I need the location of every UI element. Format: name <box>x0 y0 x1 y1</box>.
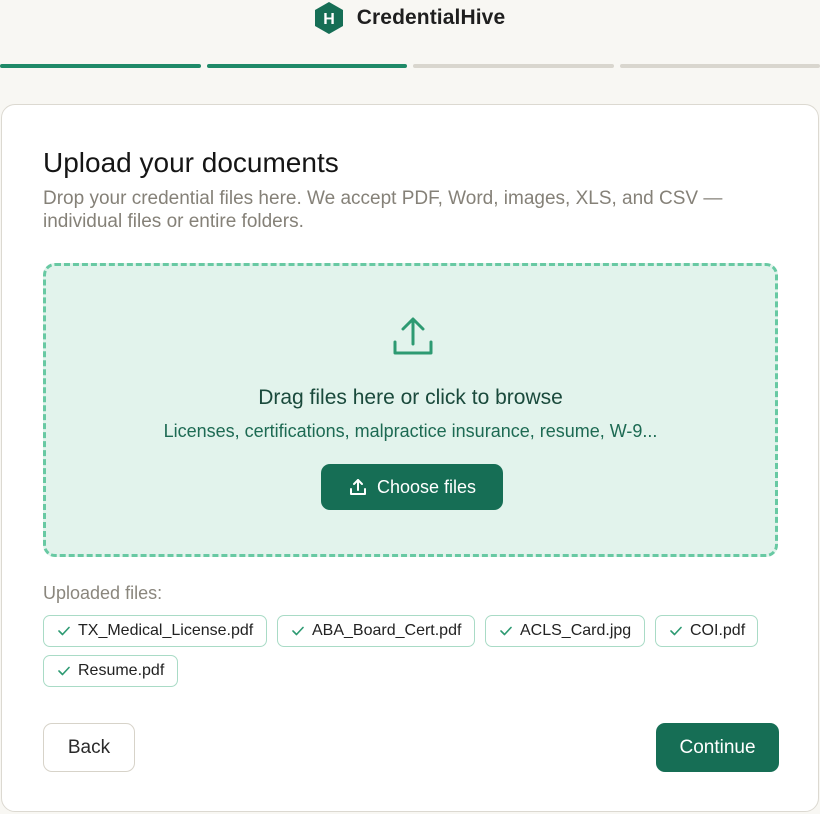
page-title: Upload your documents <box>43 147 339 178</box>
file-chip[interactable]: ACLS_Card.jpg <box>485 615 645 647</box>
brand[interactable]: H CredentialHive <box>313 1 505 35</box>
file-chip-name: Resume.pdf <box>78 662 165 679</box>
dropzone-title: Drag files here or click to browse <box>258 386 563 409</box>
file-chip[interactable]: Resume.pdf <box>43 655 178 687</box>
progress-step-3 <box>413 64 614 68</box>
upload-icon <box>393 317 433 355</box>
step-progress <box>0 64 820 69</box>
hexagon-logo-icon: H <box>314 2 343 34</box>
logo-letter: H <box>323 11 335 28</box>
file-chip[interactable]: TX_Medical_License.pdf <box>43 615 267 647</box>
continue-button[interactable]: Continue <box>656 723 779 772</box>
choose-files-label: Choose files <box>376 476 477 497</box>
file-chip-name: ACLS_Card.jpg <box>520 622 632 639</box>
upload-card: Upload your documents Drop your credenti… <box>1 104 819 812</box>
brand-name: CredentialHive <box>356 6 506 29</box>
upload-small-icon <box>349 479 366 495</box>
check-icon <box>670 626 682 636</box>
app-header: H CredentialHive <box>0 0 820 36</box>
back-button[interactable]: Back <box>43 723 135 772</box>
choose-files-button[interactable]: Choose files <box>321 464 503 510</box>
progress-step-1 <box>0 64 201 68</box>
progress-step-2 <box>206 64 407 68</box>
dropzone-subtitle: Licenses, certifications, malpractice in… <box>163 421 658 441</box>
progress-step-4 <box>619 64 820 68</box>
page-subtitle: Drop your credential files here. We acce… <box>43 188 723 232</box>
check-icon <box>58 626 70 636</box>
file-chip-name: ABA_Board_Cert.pdf <box>312 622 462 639</box>
file-dropzone[interactable]: Drag files here or click to browse Licen… <box>43 263 778 557</box>
file-chip[interactable]: COI.pdf <box>655 615 758 647</box>
uploaded-files-label: Uploaded files: <box>43 583 163 603</box>
file-chip-name: TX_Medical_License.pdf <box>78 622 254 639</box>
check-icon <box>500 626 512 636</box>
file-chip[interactable]: ABA_Board_Cert.pdf <box>277 615 475 647</box>
check-icon <box>292 626 304 636</box>
check-icon <box>58 666 70 676</box>
file-chip-name: COI.pdf <box>690 622 746 639</box>
